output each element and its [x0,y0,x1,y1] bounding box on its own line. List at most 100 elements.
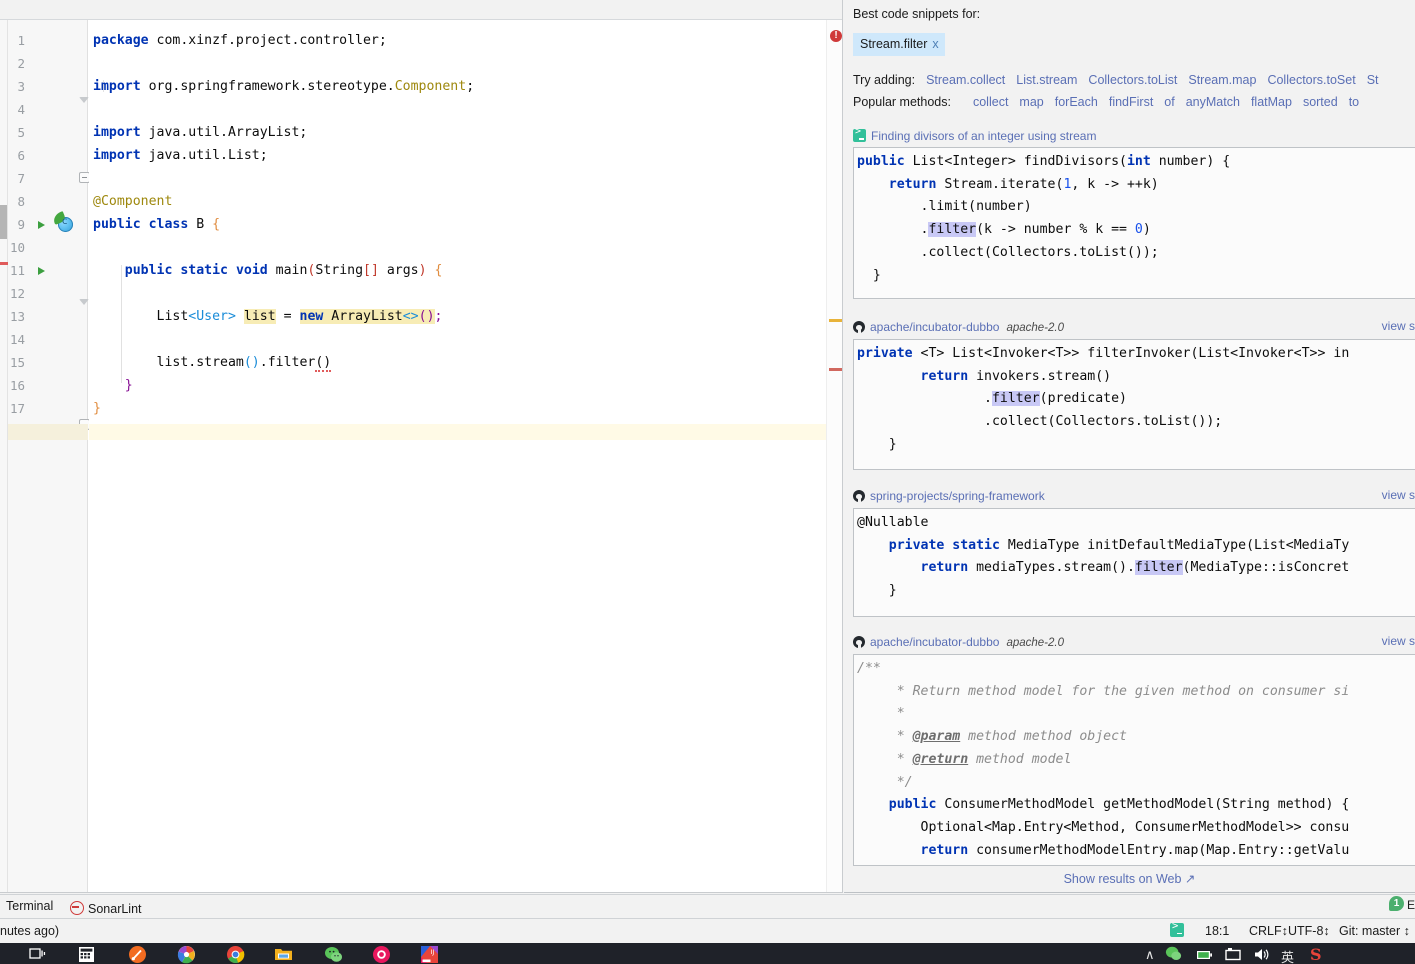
snippet-code-1: private <T> List<Invoker<T>> filterInvok… [857,346,1350,452]
calculator-icon[interactable] [77,945,96,964]
chip-label: Stream.filter [860,37,928,51]
editor-top-strip [0,0,842,20]
snippet-header-2: spring-projects/spring-framework view s [853,488,1415,505]
popular-method-6[interactable]: flatMap [1251,95,1292,109]
git-branch[interactable]: Git: master ↕ [1339,924,1410,938]
line-number-12: 12 [9,286,25,301]
snippet-repo-2[interactable]: spring-projects/spring-framework [870,489,1045,503]
inspection-label: E [1407,898,1415,912]
snippet-title-0[interactable]: Finding divisors of an integer using str… [871,129,1096,143]
file-explorer-icon[interactable] [274,945,293,964]
try-adding-item-4[interactable]: Collectors.toSet [1267,73,1355,87]
run-gutter-icon-main[interactable] [38,267,45,275]
try-adding-row: Try adding: Stream.collect List.stream Coll… [853,73,1379,87]
line-number-4: 4 [17,102,25,117]
popular-method-0[interactable]: collect [973,95,1008,109]
fold-marker-line-11[interactable] [79,299,89,305]
line-number-6: 6 [17,148,25,163]
snippet-license-3: apache-2.0 [1006,637,1064,649]
code-snippets-panel: Best code snippets for: Stream.filterx A… [844,0,1415,893]
tray-battery-icon[interactable] [1195,945,1214,964]
terminal-run-icon[interactable] [1170,920,1184,937]
line-number-7: 7 [17,171,25,186]
editor-gutter[interactable]: 123456789101112131415161718 [8,20,90,892]
warning-stripe-mark[interactable] [829,319,842,322]
line-number-11: 11 [9,263,25,278]
sonarlint-icon [70,901,84,915]
popular-method-3[interactable]: findFirst [1109,95,1153,109]
popular-method-4[interactable]: of [1164,95,1174,109]
chip-remove-icon[interactable]: x [932,37,938,51]
try-adding-item-3[interactable]: Stream.map [1188,73,1256,87]
tray-chevron-up-icon[interactable]: ∧ [1145,947,1155,963]
code-editor-pane[interactable]: 123456789101112131415161718 package com.… [0,0,843,893]
tool-window-sonarlint[interactable]: SonarLint [70,899,142,916]
snippet-header-0: Finding divisors of an integer using str… [853,126,1415,144]
code-line-15: list.stream().filter() [93,355,332,372]
view-source-link-1[interactable]: view s [1382,319,1415,333]
line-number-13: 13 [9,309,25,324]
popular-method-1[interactable]: map [1019,95,1043,109]
status-bar: nutes ago) 18:1 CRLF↕ UTF-8↕ Git: master… [0,920,1415,943]
code-line-5: import java.util.ArrayList; [93,125,308,140]
snippet-repo-3[interactable]: apache/incubator-dubbo [870,635,999,649]
tray-ime-icon[interactable]: 英 [1281,947,1294,964]
inspection-count-badge[interactable]: 1 [1389,896,1404,911]
try-adding-item-2[interactable]: Collectors.toList [1088,73,1177,87]
pink-app-icon[interactable] [372,945,391,964]
wechat-icon[interactable] [324,945,343,964]
snippet-code-box-0[interactable]: public List<Integer> findDivisors(int nu… [853,147,1415,299]
tray-sogou-icon[interactable]: S [1308,945,1327,964]
code-line-9: public class B { [93,217,221,232]
line-number-16: 16 [9,378,25,393]
github-icon [853,490,865,502]
chrome-icon[interactable] [226,945,245,964]
snippet-repo-1[interactable]: apache/incubator-dubbo [870,320,999,334]
tray-network-icon[interactable] [1224,945,1243,964]
line-number-14: 14 [9,332,25,347]
tool-window-terminal[interactable]: Terminal [6,899,53,913]
line-separator[interactable]: CRLF↕ [1249,924,1288,938]
error-count-badge[interactable]: ! [830,30,842,42]
fold-marker-line-3[interactable] [79,97,89,103]
line-number-5: 5 [17,125,25,140]
pinwheel-app-icon[interactable] [177,945,196,964]
snippet-code-box-1[interactable]: private <T> List<Invoker<T>> filterInvok… [853,339,1415,470]
github-icon [853,321,865,333]
code-line-17: } [93,401,101,416]
code-line-13: List<User> list = new ArrayList<>(); [93,309,443,324]
orange-app-icon[interactable] [128,945,147,964]
popular-methods-row: Popular methods: collect map forEach findFir… [853,95,1359,109]
sonarlint-label: SonarLint [88,902,142,916]
snippet-code-box-3[interactable]: /** * Return method model for the given … [853,654,1415,866]
file-encoding[interactable]: UTF-8↕ [1288,924,1330,938]
show-results-on-web-link[interactable]: Show results on Web ↗ [844,871,1415,886]
view-source-link-2[interactable]: view s [1382,488,1415,502]
snippet-code-box-2[interactable]: @Nullable private static MediaType initD… [853,508,1415,617]
snippet-code-3: /** * Return method model for the given … [857,661,1350,858]
line-number-1: 1 [17,33,25,48]
caret-position[interactable]: 18:1 [1205,924,1229,938]
view-source-link-3[interactable]: view s [1382,634,1415,648]
code-line-1: package com.xinzf.project.controller; [93,33,387,48]
spring-bean-gutter-icon[interactable] [51,211,73,232]
code-line-6: import java.util.List; [93,148,268,163]
popular-method-7[interactable]: sorted [1303,95,1338,109]
intellij-idea-icon[interactable]: IJ [420,945,439,964]
editor-error-stripe[interactable] [826,20,842,892]
editor-code-area[interactable]: package com.xinzf.project.controller; im… [89,20,842,892]
try-adding-item-1[interactable]: List.stream [1016,73,1077,87]
popular-method-5[interactable]: anyMatch [1186,95,1240,109]
snippet-header-3: apache/incubator-dubbo apache-2.0 view s [853,634,1415,651]
task-view-icon[interactable] [28,945,47,964]
tray-volume-icon[interactable] [1252,945,1271,964]
try-adding-item-0[interactable]: Stream.collect [926,73,1005,87]
tray-wechat-icon[interactable] [1165,945,1184,964]
query-chip-stream-filter[interactable]: Stream.filter x [853,33,945,56]
line-number-9: 9 [17,217,25,232]
try-adding-item-5[interactable]: St [1367,73,1379,87]
popular-method-8[interactable]: to [1349,95,1359,109]
run-gutter-icon-class[interactable] [38,221,45,229]
error-stripe-mark[interactable] [829,368,842,371]
popular-method-2[interactable]: forEach [1055,95,1098,109]
